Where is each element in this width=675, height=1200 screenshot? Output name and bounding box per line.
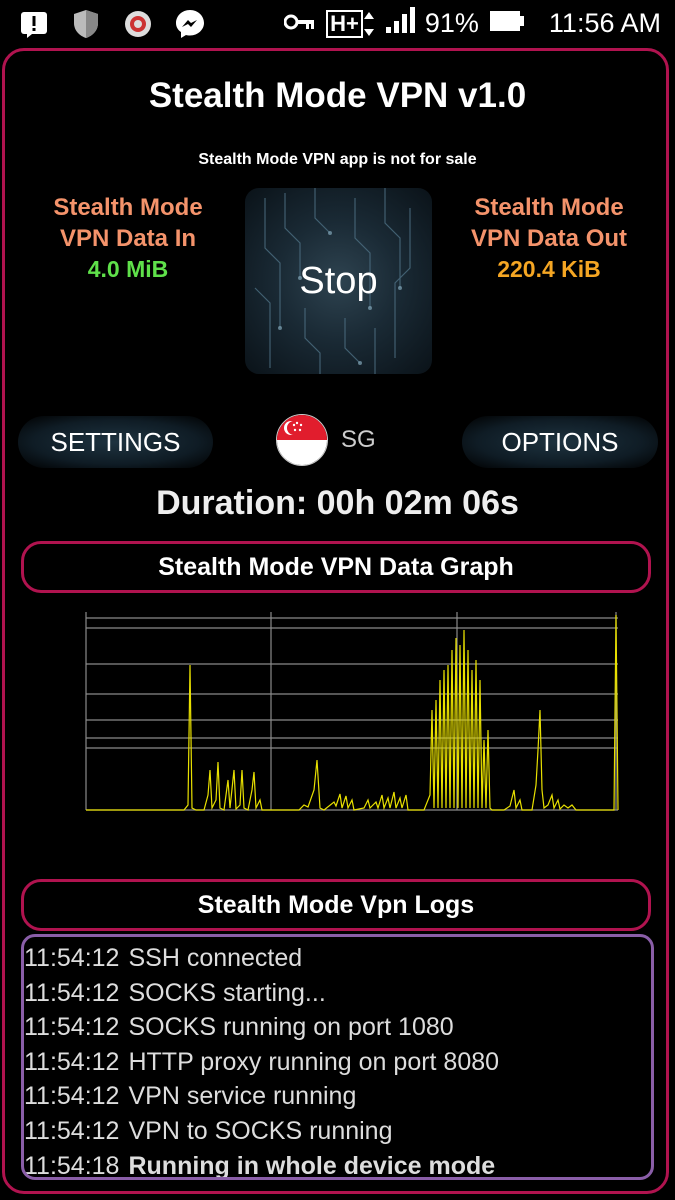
log-entry: 11:54:12 VPN to SOCKS running [24, 1114, 651, 1149]
log-entry: 11:54:18 Running in whole device mode [24, 1149, 651, 1180]
battery-percent: 91% [424, 8, 479, 38]
alert-icon [18, 8, 50, 40]
log-time: 11:54:12 [24, 1116, 120, 1145]
log-time: 11:54:12 [24, 944, 120, 972]
options-button[interactable]: OPTIONS [462, 416, 658, 468]
log-message: HTTP proxy running on port 8080 [128, 1047, 500, 1076]
data-in-label-1: Stealth Mode [53, 194, 203, 221]
battery-icon [489, 8, 525, 39]
messenger-icon [174, 8, 206, 40]
log-time: 11:54:12 [24, 1013, 120, 1042]
data-in-stat: Stealth Mode VPN Data In 4.0 MiB [18, 192, 238, 283]
log-message: VPN to SOCKS running [128, 1116, 393, 1145]
log-message: SOCKS starting... [128, 978, 326, 1007]
log-message: Running in whole device mode [128, 1151, 496, 1180]
graph-section-header: Stealth Mode VPN Data Graph [21, 541, 651, 593]
log-entry: 11:54:12 SOCKS starting... [24, 976, 651, 1011]
log-time: 11:54:12 [24, 978, 120, 1007]
log-entry: 11:54:12 SSH connected [24, 941, 651, 976]
data-graph [85, 612, 619, 811]
settings-button-label: SETTINGS [50, 426, 181, 457]
log-time: 11:54:12 [24, 1047, 120, 1076]
app-subtitle: Stealth Mode VPN app is not for sale [198, 151, 477, 168]
log-list[interactable]: 11:54:12 SSH connected 11:54:12 SOCKS star… [21, 934, 654, 1180]
stop-button[interactable]: Stop [245, 188, 432, 374]
log-time: 11:54:18 [24, 1151, 120, 1180]
data-out-value: 220.4 KiB [497, 256, 601, 282]
logs-section-title: Stealth Mode Vpn Logs [197, 890, 475, 919]
log-entry: 11:54:12 HTTP proxy running on port 8080 [24, 1045, 651, 1080]
status-bar: H+ 91% 11:56 AM [0, 0, 675, 48]
log-message: VPN service running [128, 1082, 357, 1111]
settings-button[interactable]: SETTINGS [18, 416, 213, 468]
data-out-label-2: VPN Data Out [470, 225, 628, 252]
shield-icon [70, 8, 102, 40]
logs-section-header: Stealth Mode Vpn Logs [21, 879, 651, 931]
key-icon [283, 8, 316, 39]
graph-section-title: Stealth Mode VPN Data Graph [158, 552, 514, 581]
log-message: SOCKS running on port 1080 [128, 1013, 454, 1042]
data-in-label-2: VPN Data In [59, 225, 197, 252]
data-out-label-1: Stealth Mode [474, 194, 624, 221]
clock: 11:56 AM [548, 8, 661, 38]
log-time: 11:54:12 [24, 1082, 120, 1111]
app-title: Stealth Mode VPN v1.0 [148, 76, 527, 115]
network-hplus-icon: H+ [326, 9, 375, 38]
singapore-flag-icon[interactable] [276, 414, 328, 466]
graph-traffic-line [86, 614, 619, 811]
stop-button-label: Stop [299, 259, 378, 302]
data-in-value: 4.0 MiB [87, 256, 169, 282]
app-icon [122, 8, 154, 40]
signal-icon [385, 6, 415, 41]
server-country-code[interactable]: SG [341, 426, 376, 454]
connection-duration: Duration: 00h 02m 06s [156, 484, 519, 522]
log-entry: 11:54:12 VPN service running [24, 1079, 651, 1114]
log-message: SSH connected [128, 944, 303, 972]
data-out-stat: Stealth Mode VPN Data Out 220.4 KiB [439, 192, 659, 283]
log-entry: 11:54:12 SOCKS running on port 1080 [24, 1010, 651, 1045]
options-button-label: OPTIONS [501, 426, 619, 457]
